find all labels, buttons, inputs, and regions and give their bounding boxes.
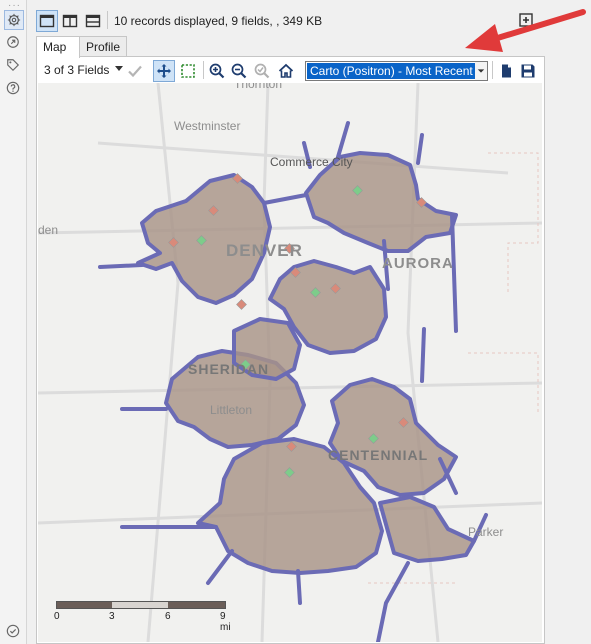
zoom-selection-icon xyxy=(254,63,270,79)
home-icon xyxy=(278,63,294,78)
fields-dropdown-caret-icon[interactable] xyxy=(115,66,123,71)
vertical-split-button[interactable] xyxy=(59,10,81,32)
zoom-out-icon xyxy=(231,63,247,79)
annotation-icon[interactable] xyxy=(4,33,22,51)
place-label-centennial: CENTENNIAL xyxy=(328,447,429,463)
zoom-in-icon xyxy=(209,63,225,79)
select-rectangle-button[interactable] xyxy=(177,60,199,82)
tab-profile[interactable]: Profile xyxy=(79,36,127,57)
place-label-sheridan: SHERIDAN xyxy=(188,361,270,377)
place-label-parker: Parker xyxy=(468,525,504,539)
help-icon[interactable] xyxy=(4,79,22,97)
place-label-denver: DENVER xyxy=(226,241,303,260)
basemap-select[interactable]: Carto (Positron) - Most Recent xyxy=(305,61,477,81)
place-label-commerce-city: Commerce City xyxy=(270,155,353,169)
results-top-bar: 10 records displayed, 9 fields, , 349 KB xyxy=(30,8,591,34)
copy-button[interactable] xyxy=(496,60,518,82)
drive-time-regions xyxy=(98,121,488,642)
toolbar-separator xyxy=(492,61,493,79)
scale-tick-0: 0 xyxy=(54,611,60,622)
place-label-aurora: AURORA xyxy=(382,255,454,272)
selection-rectangle-icon xyxy=(181,64,195,78)
status-check-icon xyxy=(4,622,22,640)
map-canvas[interactable]: Thornton Westminster Commerce City DENVE… xyxy=(38,83,542,642)
horizontal-split-button[interactable] xyxy=(82,10,104,32)
check-icon xyxy=(128,65,142,78)
zoom-out-button[interactable] xyxy=(228,60,250,82)
pan-tool-button[interactable] xyxy=(153,60,175,82)
map-panel: 3 of 3 Fields Carto (Positron) - Most Re… xyxy=(36,56,545,644)
scale-tick-3: 3 xyxy=(109,611,115,622)
basemap-selected-value: Carto (Positron) - Most Recent xyxy=(307,63,475,79)
vertical-split-icon xyxy=(62,14,78,28)
basemap-dropdown-button[interactable] xyxy=(475,61,488,81)
toolbar-separator xyxy=(203,61,204,79)
left-icon-rail: ··· xyxy=(0,0,27,644)
single-view-button[interactable] xyxy=(36,10,58,32)
place-label-thornton: Thornton xyxy=(234,83,283,91)
copy-icon xyxy=(502,64,511,78)
scale-bar-graphic xyxy=(56,601,226,609)
fields-selector[interactable]: 3 of 3 Fields xyxy=(44,63,109,77)
map-toolbar: 3 of 3 Fields Carto (Positron) - Most Re… xyxy=(37,57,544,83)
place-label-westminster: Westminster xyxy=(174,119,241,133)
map-point-red xyxy=(236,299,247,310)
tab-map[interactable]: Map xyxy=(36,36,80,58)
place-label-littleton: Littleton xyxy=(210,403,253,417)
home-extent-button[interactable] xyxy=(275,60,297,82)
chevron-down-icon xyxy=(477,69,485,73)
pan-move-icon xyxy=(157,64,171,78)
scale-tick-6: 6 xyxy=(165,611,171,622)
place-label-partial: den xyxy=(38,223,59,237)
zoom-to-selection-button xyxy=(251,60,273,82)
save-button[interactable] xyxy=(517,60,539,82)
tag-icon[interactable] xyxy=(4,56,22,74)
records-status-text: 10 records displayed, 9 fields, , 349 KB xyxy=(114,14,323,28)
toolbar-separator xyxy=(107,11,108,29)
apply-check-button xyxy=(124,60,146,82)
map-scale-bar: 0 3 6 9 mi xyxy=(54,601,231,633)
single-pane-icon xyxy=(39,14,55,28)
save-icon xyxy=(521,64,535,78)
configuration-gear-icon[interactable] xyxy=(4,10,24,30)
horizontal-split-icon xyxy=(85,14,101,28)
scale-tick-9mi: 9 mi xyxy=(220,611,231,633)
add-window-icon[interactable] xyxy=(518,12,534,28)
zoom-in-button[interactable] xyxy=(206,60,228,82)
